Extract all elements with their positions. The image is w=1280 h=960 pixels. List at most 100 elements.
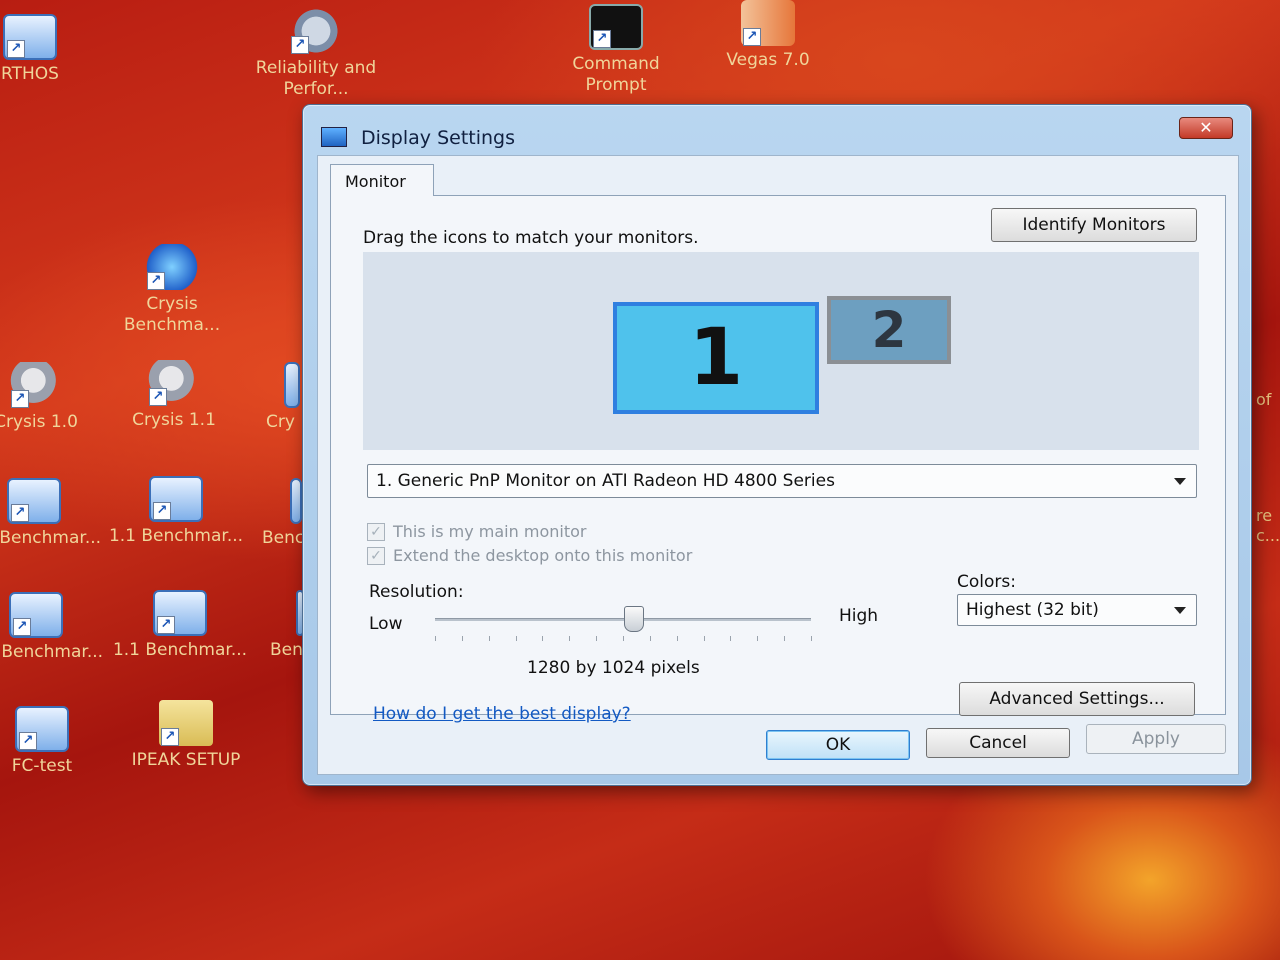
benchmark-window-icon: ↗ (153, 590, 207, 636)
desktop-icon-fc-test[interactable]: ↗ FC-test (0, 706, 112, 777)
slider-tick (542, 636, 544, 641)
extend-desktop-checkbox[interactable]: ✓ Extend the desktop onto this monitor (367, 546, 692, 565)
desktop-icon-label: Command Prompt (572, 54, 660, 95)
slider-tick (623, 636, 624, 641)
checkbox-label: This is my main monitor (393, 522, 587, 541)
desktop-icon-label: FC-test (11, 756, 73, 776)
desktop-icon-ben-partial[interactable]: Ben (270, 590, 304, 661)
best-display-help-link[interactable]: How do I get the best display? (373, 704, 631, 724)
desktop-icon-label: 1.0 Benchmar... (0, 528, 102, 548)
desktop-icon-label: 1.1 Benchmar... (112, 640, 248, 660)
slider-tick (515, 636, 517, 641)
desktop-icon-crysis-1-1[interactable]: ↗ Crysis 1.1 (104, 360, 244, 431)
shortcut-arrow-icon: ↗ (13, 618, 31, 636)
slider-tick (461, 636, 463, 641)
desktop-icon-label: Cry (266, 412, 295, 432)
desktop-icon-cry-partial[interactable]: Cry (240, 362, 300, 433)
advanced-settings-button[interactable]: Advanced Settings... (959, 682, 1195, 716)
main-monitor-checkbox[interactable]: ✓ This is my main monitor (367, 522, 586, 541)
desktop-icon-crysis-benchmark[interactable]: ↗ Crysis Benchma... (102, 244, 242, 336)
monitor-arrangement-area: 1 2 (363, 252, 1199, 450)
desktop-icon-label: Vegas 7.0 (726, 50, 810, 70)
desktop-edge-label: re (1256, 506, 1273, 525)
desktop-icon-benchmark-1-0-b[interactable]: ↗ 1.0 Benchmar... (0, 592, 106, 663)
ok-button[interactable]: OK (766, 730, 910, 760)
shortcut-arrow-icon: ↗ (11, 504, 29, 522)
shortcut-arrow-icon: ↗ (157, 616, 175, 634)
resolution-value: 1280 by 1024 pixels (527, 658, 700, 678)
shortcut-arrow-icon: ↗ (593, 30, 611, 48)
slider-tick (596, 636, 598, 641)
resolution-slider-track[interactable] (435, 618, 811, 621)
desktop-edge-label: c... (1256, 526, 1280, 545)
desktop-icon-benchmark-1-1-b[interactable]: ↗ 1.1 Benchmar... (110, 590, 250, 661)
low-label: Low (369, 614, 403, 634)
identify-monitors-button[interactable]: Identify Monitors (991, 208, 1197, 242)
instruction-text: Drag the icons to match your monitors. (363, 228, 699, 248)
slider-tick (730, 636, 732, 641)
desktop-icon-benc-partial[interactable]: Benc (262, 478, 304, 549)
monitor-select-value: 1. Generic PnP Monitor on ATI Radeon HD … (376, 471, 835, 491)
desktop-icon-benchmark-1-0-a[interactable]: ↗ 1.0 Benchmar... (0, 478, 104, 549)
app-window-icon: ↗ (3, 14, 57, 60)
desktop-edge-label: of (1256, 390, 1272, 409)
colors-label: Colors: (957, 572, 1016, 592)
desktop-icon-label: 1.1 Benchmar... (108, 526, 244, 546)
high-label: High (839, 606, 879, 626)
desktop-icon-vegas[interactable]: ↗ Vegas 7.0 (698, 0, 838, 71)
vegas-app-icon: ↗ (741, 0, 795, 46)
desktop-icon-ipeak-setup[interactable]: ↗ IPEAK SETUP (116, 700, 256, 771)
resolution-slider-thumb[interactable] (624, 606, 645, 632)
shortcut-arrow-icon: ↗ (149, 388, 167, 406)
close-button[interactable]: ✕ (1179, 117, 1233, 139)
dialog-client-area: Monitor Drag the icons to match your mon… (317, 155, 1239, 775)
slider-tick (811, 636, 812, 641)
crysis-icon: ↗ (9, 362, 63, 408)
slider-tick (676, 636, 678, 641)
desktop-icon-benchmark-1-1-a[interactable]: ↗ 1.1 Benchmar... (106, 476, 246, 547)
benchmark-window-icon: ↗ (7, 478, 61, 524)
desktop-icon-crysis-1-0[interactable]: ↗ Crysis 1.0 (0, 362, 106, 433)
desktop-icon-label: Crysis 1.0 (0, 412, 78, 432)
desktop-icon-label: 1.0 Benchmar... (0, 642, 104, 662)
title-bar[interactable]: Display Settings ✕ (303, 105, 1251, 149)
tab-monitor[interactable]: Monitor (330, 164, 434, 196)
desktop-icon-label: Ben (270, 640, 303, 660)
shortcut-arrow-icon: ↗ (11, 390, 29, 408)
desktop-icon-label: Reliability and Perfor... (255, 58, 377, 99)
globe-icon: ↗ (145, 244, 199, 290)
checkbox-label: Extend the desktop onto this monitor (393, 546, 693, 565)
dialog-title: Display Settings (361, 127, 516, 149)
app-window-icon: ↗ (15, 706, 69, 752)
checkmark-icon: ✓ (367, 546, 385, 565)
slider-tick (649, 636, 651, 641)
resolution-label: Resolution: (369, 582, 464, 602)
gauge-icon: ↗ (289, 8, 343, 54)
monitor-1-icon[interactable]: 1 (613, 302, 819, 414)
monitor-select[interactable]: 1. Generic PnP Monitor on ATI Radeon HD … (367, 464, 1197, 498)
desktop-icon-label: Crysis 1.1 (132, 410, 216, 430)
cancel-button[interactable]: Cancel (926, 728, 1070, 758)
colors-select[interactable]: Highest (32 bit) (957, 594, 1197, 626)
slider-tick (435, 636, 436, 641)
benchmark-window-icon: ↗ (9, 592, 63, 638)
apply-button[interactable]: Apply (1086, 724, 1226, 754)
shortcut-arrow-icon: ↗ (7, 40, 25, 58)
crysis-icon: ↗ (147, 360, 201, 406)
benchmark-window-icon (290, 478, 302, 524)
shortcut-arrow-icon: ↗ (743, 28, 761, 46)
benchmark-window-icon: ↗ (149, 476, 203, 522)
display-settings-icon (321, 127, 347, 147)
desktop-icon-command-prompt[interactable]: ↗ Command Prompt (546, 4, 686, 96)
monitor-2-icon[interactable]: 2 (827, 296, 951, 364)
colors-select-value: Highest (32 bit) (966, 600, 1099, 620)
shortcut-arrow-icon: ↗ (291, 36, 309, 54)
shortcut-arrow-icon: ↗ (153, 502, 171, 520)
display-settings-dialog: Display Settings ✕ Monitor Drag the icon… (302, 104, 1252, 786)
desktop-icon-rthos[interactable]: ↗ RTHOS (0, 14, 100, 85)
slider-tick (757, 636, 759, 641)
chevron-down-icon (1174, 607, 1186, 614)
chevron-down-icon (1174, 478, 1186, 485)
app-window-icon (284, 362, 300, 408)
desktop-icon-reliability[interactable]: ↗ Reliability and Perfor... (246, 8, 386, 100)
